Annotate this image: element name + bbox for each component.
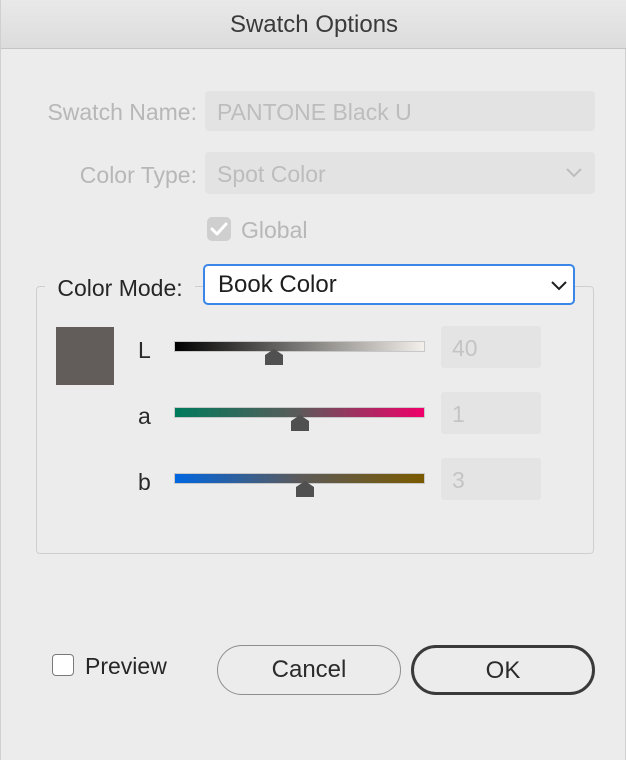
ok-button[interactable]: OK <box>411 645 595 695</box>
preview-label: Preview <box>85 653 167 679</box>
color-mode-label: Color Mode: <box>45 275 195 302</box>
slider-label-l: L <box>138 337 151 363</box>
slider-thumb-l[interactable] <box>264 348 284 366</box>
color-mode-value: Book Color <box>218 271 337 298</box>
cancel-button[interactable]: Cancel <box>217 645 401 695</box>
swatch-options-dialog: Swatch Options Swatch Name: PANTONE Blac… <box>0 0 626 760</box>
preview-checkbox[interactable] <box>52 654 74 676</box>
a-value-field[interactable]: 1 <box>441 392 541 434</box>
global-checkbox[interactable] <box>207 217 231 241</box>
color-type-value: Spot Color <box>217 161 326 187</box>
color-mode-select[interactable]: Book Color <box>203 264 575 305</box>
slider-thumb-b[interactable] <box>295 480 315 498</box>
color-type-label: Color Type: <box>79 162 197 188</box>
dialog-title: Swatch Options <box>1 0 626 49</box>
color-type-select[interactable]: Spot Color <box>205 152 595 194</box>
slider-thumb-a[interactable] <box>290 414 310 432</box>
chevron-down-icon <box>551 281 567 291</box>
swatch-name-label: Swatch Name: <box>47 99 197 125</box>
b-value-field[interactable]: 3 <box>441 458 541 500</box>
slider-label-b: b <box>138 469 151 495</box>
swatch-name-input[interactable]: PANTONE Black U <box>205 91 595 131</box>
l-value-field[interactable]: 40 <box>441 326 541 368</box>
slider-track-l[interactable] <box>174 341 425 352</box>
slider-label-a: a <box>138 403 151 429</box>
global-label: Global <box>241 217 308 243</box>
checkmark-icon <box>210 222 228 236</box>
chevron-down-icon <box>566 168 582 178</box>
color-swatch-preview <box>56 327 114 385</box>
